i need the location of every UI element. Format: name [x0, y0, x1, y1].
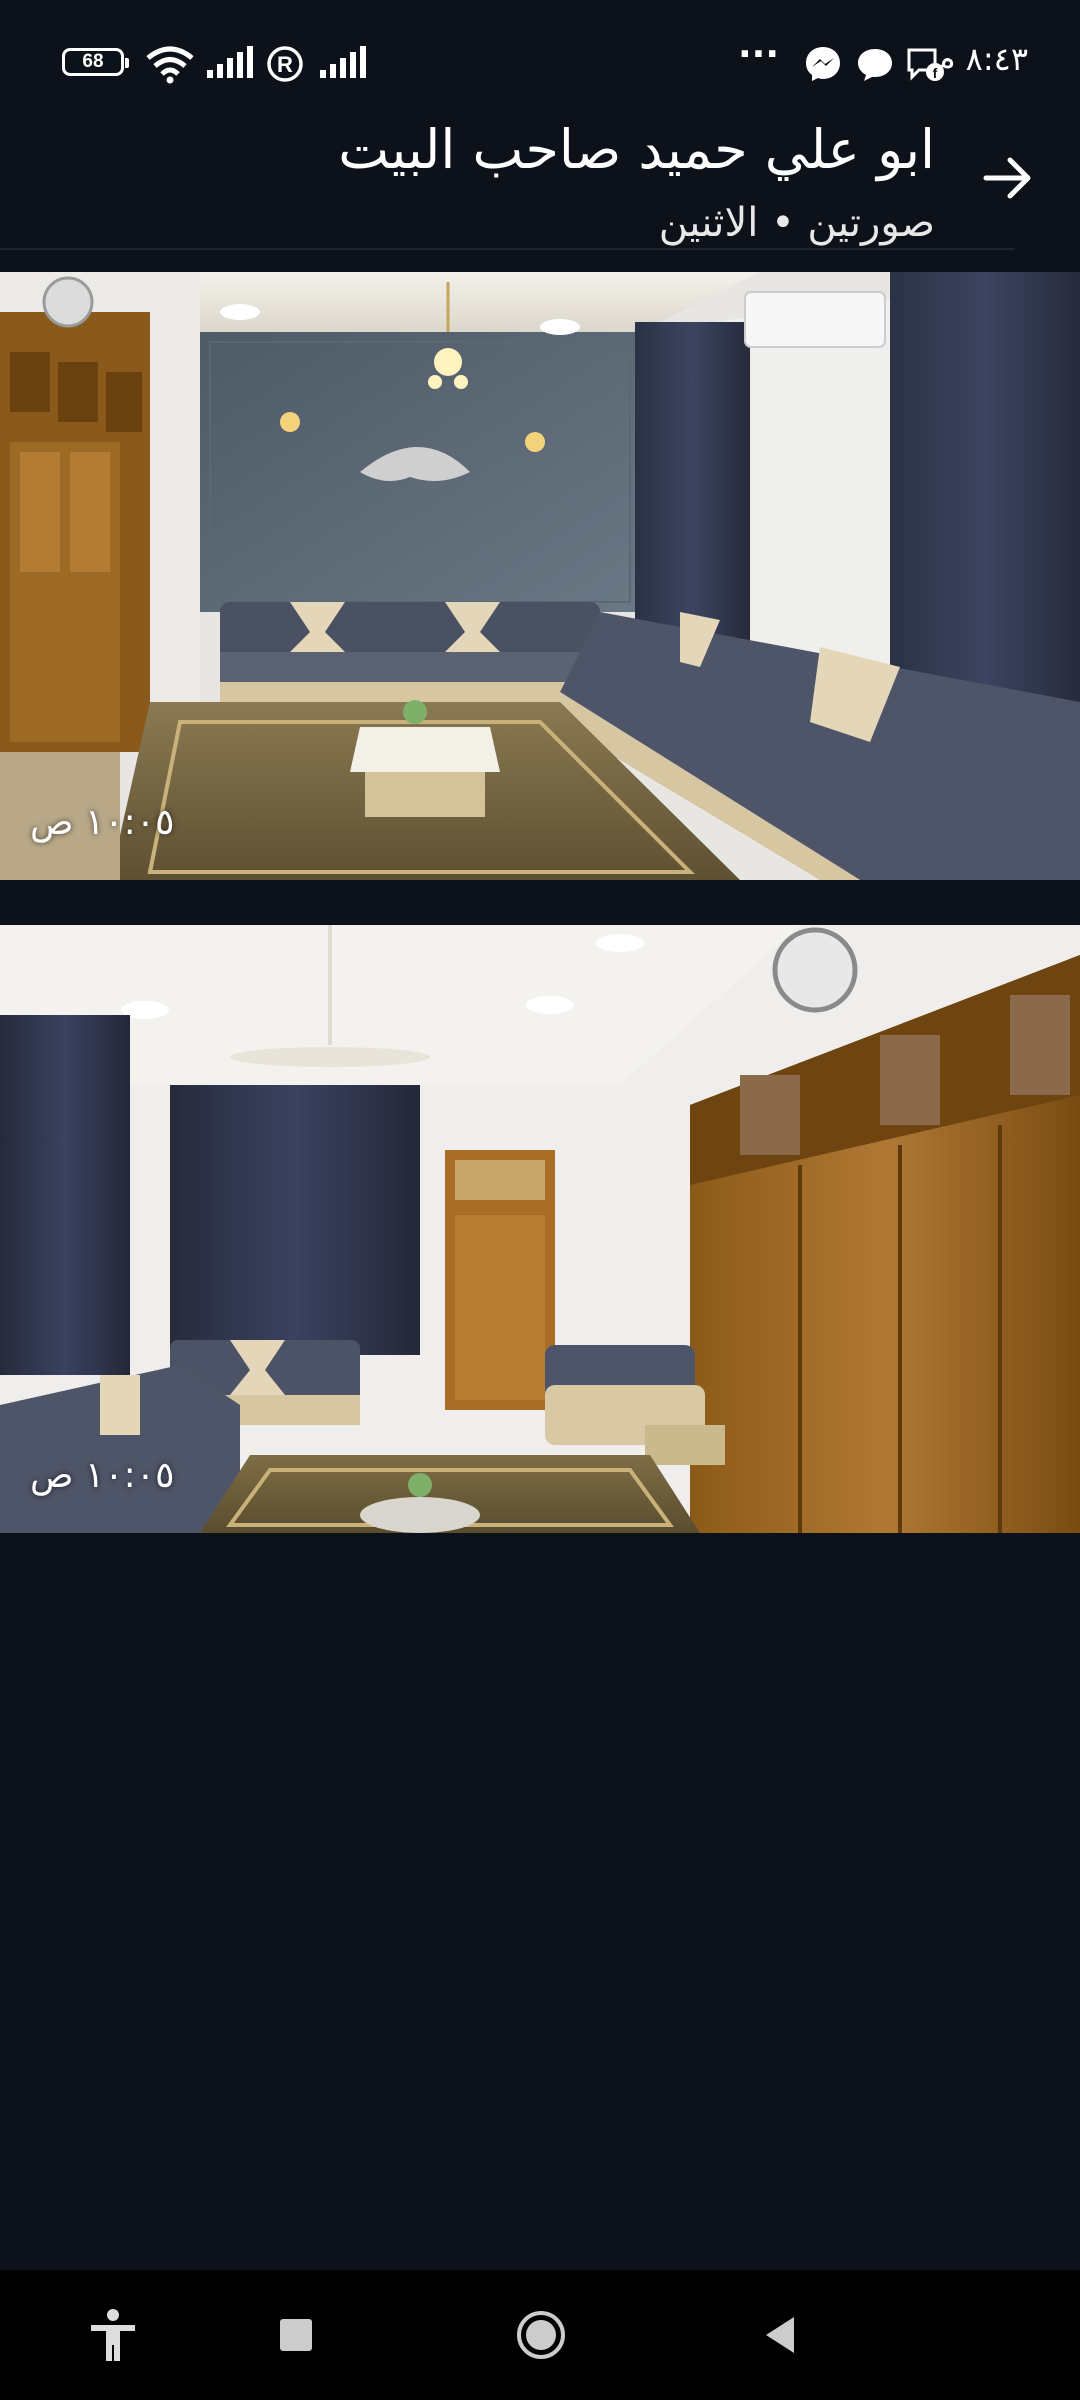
- header-divider: [0, 248, 1015, 250]
- back-icon[interactable]: [752, 2305, 812, 2365]
- recents-icon[interactable]: [266, 2305, 326, 2365]
- message-timestamp: ١٠:٠٥ ص: [30, 802, 175, 843]
- photo-1[interactable]: ١٠:٠٥ ص: [0, 272, 1080, 880]
- arrow-icon[interactable]: [978, 148, 1038, 208]
- photo-2[interactable]: ١٠:٠٥ ص: [0, 925, 1080, 1533]
- living-room-photo: [0, 925, 1080, 1533]
- more-icon: ···: [738, 34, 780, 75]
- status-bar: 68 R ··· f ٨:٤٣ م: [0, 0, 1080, 120]
- page-subtitle: صورتين • الاثنين: [658, 200, 935, 246]
- wifi-icon: [146, 46, 194, 84]
- svg-text:R: R: [277, 52, 293, 77]
- conversation-header: ابو علي حميد صاحب البيت صورتين • الاثنين: [0, 110, 1080, 250]
- signal-icon: [320, 46, 366, 78]
- message-timestamp: ١٠:٠٥ ص: [30, 1455, 175, 1496]
- home-icon[interactable]: [511, 2305, 571, 2365]
- signal-icon: [207, 46, 253, 78]
- living-room-photo: [0, 272, 1080, 880]
- page-title: ابو علي حميد صاحب البيت: [338, 118, 935, 181]
- accessibility-icon[interactable]: [83, 2305, 143, 2365]
- battery-icon: 68: [62, 48, 129, 76]
- chat-icon: [858, 49, 892, 81]
- messenger-icon: [806, 47, 840, 81]
- registered-icon: R: [267, 46, 303, 82]
- status-time: ٨:٤٣ م: [935, 40, 1028, 78]
- system-nav-bar: [0, 2270, 1080, 2400]
- battery-level: 68: [82, 51, 104, 72]
